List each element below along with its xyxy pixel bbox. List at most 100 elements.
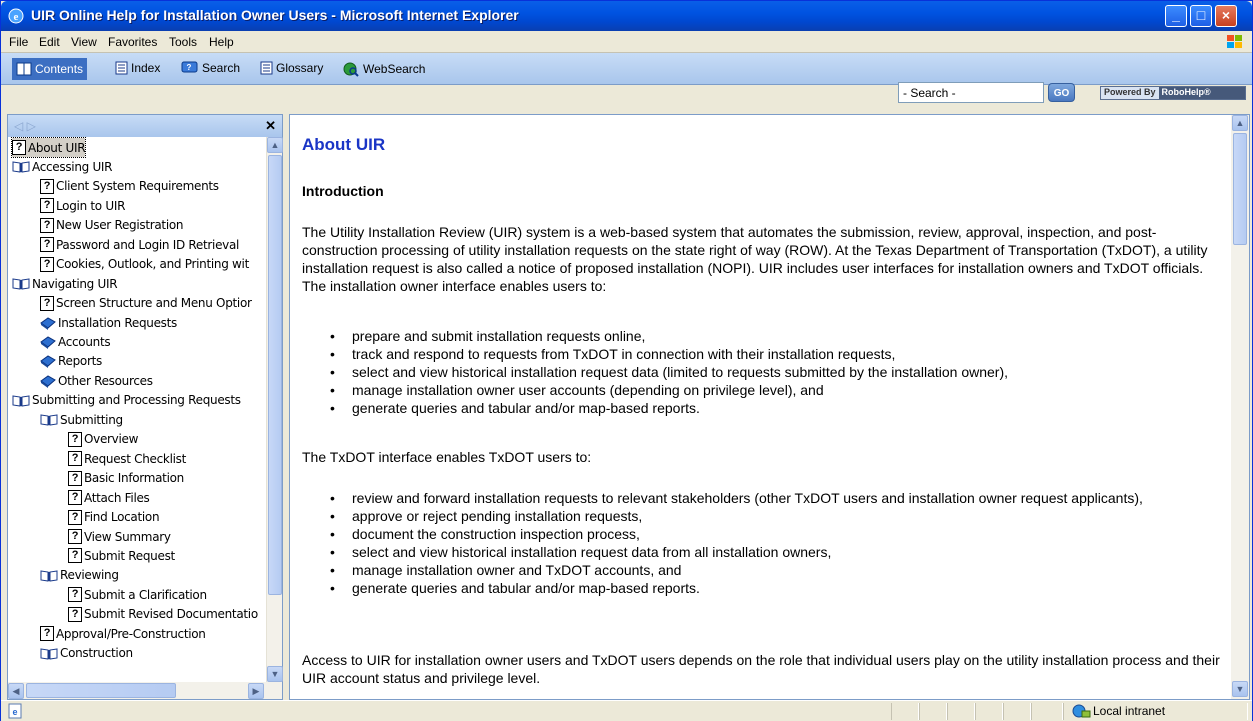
page-title: About UIR: [302, 135, 386, 154]
status-bar: e Local intranet: [1, 700, 1252, 721]
menu-file[interactable]: File: [9, 35, 28, 49]
tab-search[interactable]: ? Search: [181, 61, 240, 75]
help-page-icon: ?: [40, 178, 54, 194]
tree-item[interactable]: ? Client System Requirements: [40, 177, 219, 196]
tree-item[interactable]: ? View Summary: [68, 527, 171, 546]
tab-contents[interactable]: Contents: [12, 58, 88, 80]
close-button[interactable]: ×: [1215, 5, 1237, 27]
menu-view[interactable]: View: [71, 35, 97, 49]
tree-item[interactable]: ? Password and Login ID Retrieval: [40, 235, 239, 254]
zone-label: Local intranet: [1093, 704, 1166, 718]
tab-glossary-label: Glossary: [276, 61, 324, 75]
tree-horizontal-scrollbar[interactable]: ◀ ▶: [8, 682, 282, 699]
windows-flag-icon: [1227, 35, 1242, 48]
maximize-button[interactable]: □: [1190, 5, 1212, 27]
tree-item-label: Find Location: [84, 510, 160, 525]
txdot-bullet-list: review and forward installation requests…: [330, 489, 1210, 597]
tree-item-label: Submit Revised Documentatio: [84, 607, 258, 622]
tab-websearch-label: WebSearch: [363, 62, 426, 76]
tab-glossary[interactable]: Glossary: [260, 61, 323, 75]
go-button[interactable]: GO: [1048, 83, 1075, 102]
tree-item[interactable]: Submitting: [40, 410, 123, 429]
tree-item-label: Reports: [58, 354, 102, 369]
search-input[interactable]: [898, 82, 1044, 103]
scroll-right-button[interactable]: ▶: [248, 683, 264, 699]
tree-item[interactable]: ? Find Location: [68, 508, 160, 527]
tree-item[interactable]: ? About UIR: [10, 137, 87, 158]
tree-item[interactable]: ? Cookies, Outlook, and Printing wit: [40, 255, 249, 274]
tree-item[interactable]: ? Request Checklist: [68, 449, 186, 468]
tree-item[interactable]: Reviewing: [40, 566, 119, 585]
menu-help[interactable]: Help: [209, 35, 234, 49]
minimize-button[interactable]: _: [1165, 5, 1187, 27]
bullet-item: track and respond to requests from TxDOT…: [330, 345, 1210, 363]
scroll-thumb[interactable]: [268, 155, 282, 595]
menu-bar: File Edit View Favorites Tools Help: [1, 31, 1252, 53]
tree-item[interactable]: Other Resources: [40, 371, 153, 390]
scroll-down-button[interactable]: ▼: [267, 666, 283, 682]
topic-vertical-scrollbar[interactable]: ▲ ▼: [1231, 115, 1249, 699]
tree-item[interactable]: Installation Requests: [40, 313, 177, 332]
tree-item[interactable]: Accessing UIR: [12, 157, 113, 176]
menu-tools[interactable]: Tools: [169, 35, 197, 49]
scroll-thumb[interactable]: [1233, 133, 1247, 245]
book-icon: [16, 62, 32, 76]
sync-arrows-icon[interactable]: ◁ ▷: [14, 119, 36, 133]
help-page-icon: ?: [40, 237, 54, 253]
title-bar[interactable]: e UIR Online Help for Installation Owner…: [1, 1, 1252, 31]
tree-item[interactable]: Navigating UIR: [12, 274, 118, 293]
tree-item[interactable]: ? New User Registration: [40, 216, 184, 235]
tab-contents-label: Contents: [35, 62, 84, 76]
closed-book-icon: [40, 355, 56, 369]
scroll-up-button[interactable]: ▲: [1232, 115, 1248, 131]
tree-item[interactable]: ? Basic Information: [68, 469, 184, 488]
glossary-icon: [260, 61, 273, 75]
menu-edit[interactable]: Edit: [39, 35, 60, 49]
open-book-icon: [40, 570, 58, 582]
tree-item[interactable]: ? Approval/Pre-Construction: [40, 624, 206, 643]
window-title: UIR Online Help for Installation Owner U…: [31, 7, 519, 23]
tree-item[interactable]: ? Login to UIR: [40, 196, 125, 215]
close-pane-button[interactable]: ✕: [265, 118, 276, 134]
open-book-icon: [12, 278, 30, 290]
help-page-icon: ?: [40, 198, 54, 214]
bullet-item: manage installation owner user accounts …: [330, 381, 1210, 399]
hscroll-thumb[interactable]: [26, 683, 176, 698]
help-page-icon: ?: [68, 548, 82, 564]
scroll-up-button[interactable]: ▲: [267, 137, 283, 153]
open-book-icon: [12, 161, 30, 174]
tree-item-label: Navigating UIR: [32, 276, 118, 291]
tab-index[interactable]: Index: [115, 61, 160, 75]
help-page-icon: ?: [68, 470, 82, 486]
tab-websearch[interactable]: WebSearch: [342, 61, 425, 77]
tree-item[interactable]: ? Overview: [68, 430, 138, 449]
contents-tree: ? About UIR Accessing UIR? Client System Re…: [8, 137, 266, 682]
tree-item[interactable]: ? Submit Request: [68, 546, 175, 565]
help-page-icon: ?: [40, 217, 54, 233]
help-page-icon: ?: [40, 626, 54, 642]
tree-item[interactable]: Submitting and Processing Requests: [12, 391, 241, 410]
closed-book-icon: [40, 316, 56, 330]
intranet-icon: [1072, 704, 1091, 718]
scroll-down-button[interactable]: ▼: [1232, 681, 1248, 697]
tree-item-label: New User Registration: [56, 218, 184, 233]
tree-item[interactable]: ? Screen Structure and Menu Optior: [40, 294, 252, 313]
bullet-item: approve or reject pending installation r…: [330, 507, 1210, 525]
help-page-icon: ?: [40, 295, 54, 311]
tree-item[interactable]: Accounts: [40, 333, 111, 352]
tree-item[interactable]: ? Attach Files: [68, 488, 150, 507]
tree-item[interactable]: Reports: [40, 352, 102, 371]
tree-item[interactable]: ? Submit Revised Documentatio: [68, 605, 258, 624]
tree-vertical-scrollbar[interactable]: ▲ ▼: [266, 137, 283, 682]
tree-item-label: About UIR: [28, 140, 86, 155]
topic-content: About UIR Introduction The Utility Insta…: [302, 115, 1230, 701]
tree-item-label: Cookies, Outlook, and Printing wit: [56, 257, 249, 272]
tree-item[interactable]: ? Submit a Clarification: [68, 585, 207, 604]
txdot-intro-paragraph: The TxDOT interface enables TxDOT users …: [302, 449, 592, 465]
scroll-left-button[interactable]: ◀: [8, 683, 24, 699]
tree-item-label: Construction: [60, 646, 133, 661]
menu-favorites[interactable]: Favorites: [108, 35, 157, 49]
help-page-icon: ?: [68, 490, 82, 506]
robohelp-badge: Powered By RoboHelp®: [1100, 86, 1246, 100]
tree-item[interactable]: Construction: [40, 644, 133, 663]
